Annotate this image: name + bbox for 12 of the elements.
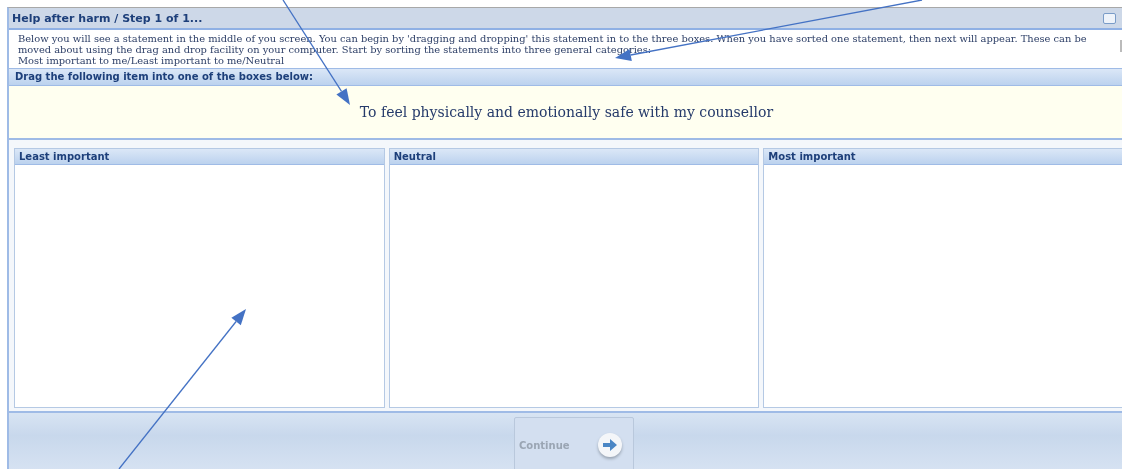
arrow-right-icon [597,433,622,457]
box-title: Neutral [389,149,759,165]
drop-box[interactable]: Least important [14,148,385,408]
drop-box[interactable]: Most important [763,148,1122,408]
box-title: Most important [764,149,1122,165]
instruction-text: Most important to me/Least important to me/Neutral [18,55,286,66]
drop-box[interactable]: Neutral [388,148,760,408]
box-title: Least important [15,149,384,165]
restore-icon[interactable] [1103,12,1116,24]
window-title: Help after harm / Step 1 of 1... [12,11,203,25]
section-header: Drag the following item into one of the boxes below: [9,69,1122,86]
draggable-statement[interactable]: To feel physically and emotionally safe with my counsellor [359,104,774,120]
